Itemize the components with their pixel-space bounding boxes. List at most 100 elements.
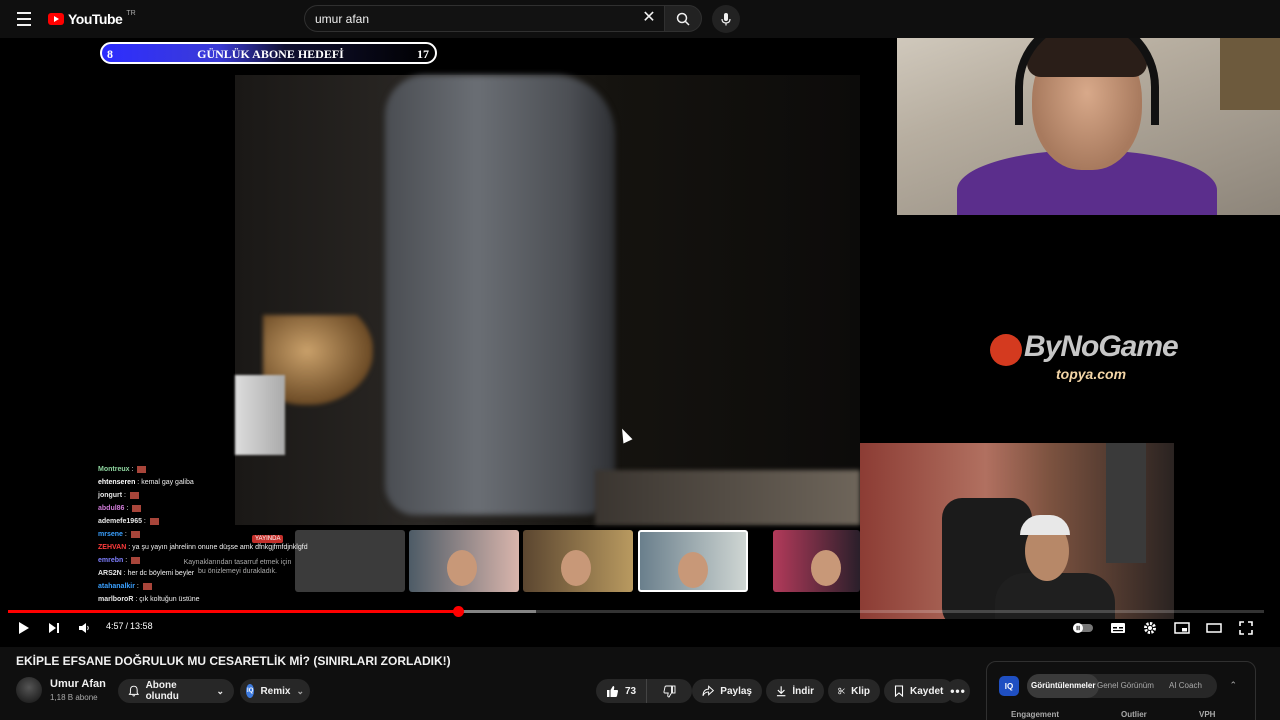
clear-search-icon[interactable]: ✕ <box>642 10 656 26</box>
play-icon <box>19 622 29 634</box>
search-button[interactable] <box>664 5 702 32</box>
save-button[interactable]: Kaydet <box>884 679 954 703</box>
settings-button[interactable] <box>1140 618 1160 638</box>
chat-message: atahanalkir : <box>98 580 358 593</box>
participant-thumbnail <box>409 530 519 592</box>
chat-message: abdul86 : <box>98 502 358 515</box>
channel-name[interactable]: Umur Afan <box>50 678 106 690</box>
progress-played <box>8 610 458 613</box>
emote-icon <box>130 530 140 538</box>
time-current: 4:57 <box>106 621 124 631</box>
search-input[interactable] <box>315 6 635 31</box>
chat-username: atahanalkir <box>98 583 135 590</box>
microphone-icon <box>721 13 731 26</box>
tab-overview[interactable]: Genel Görünüm <box>1097 674 1154 698</box>
theater-mode-button[interactable] <box>1204 618 1224 638</box>
thumbs-up-icon <box>607 685 619 697</box>
channel-action-row: Umur Afan 1,18 B abone Abone olundu ⌄ IQ… <box>16 676 976 706</box>
voice-search-button[interactable] <box>712 5 740 33</box>
chat-message: ARS2N : her dc böylemi beyler <box>98 570 195 577</box>
bell-icon <box>128 685 140 697</box>
youtube-play-icon <box>48 13 64 25</box>
participant-thumbnail <box>523 530 633 592</box>
clip-label: Klip <box>851 685 870 697</box>
subtitles-icon <box>1111 623 1125 633</box>
download-label: İndir <box>792 685 814 697</box>
subscribed-button[interactable]: Abone olundu ⌄ <box>118 679 234 703</box>
next-button[interactable] <box>44 618 64 638</box>
theater-icon <box>1206 623 1222 633</box>
clip-button[interactable]: Klip <box>828 679 880 703</box>
miniplayer-button[interactable] <box>1172 618 1192 638</box>
chat-username: ademefe1965 <box>98 518 142 525</box>
autoplay-toggle[interactable] <box>1072 618 1094 638</box>
autoplay-icon <box>1073 623 1093 633</box>
chat-message: mrsene : <box>98 528 358 541</box>
chat-username: ZEHVAN <box>98 544 127 551</box>
search-box: ✕ <box>304 5 664 32</box>
scissors-icon <box>838 687 845 695</box>
channel-avatar[interactable] <box>16 677 42 703</box>
menu-icon[interactable] <box>12 7 36 31</box>
chat-message: emrebn : <box>98 554 358 567</box>
guest-webcam-overlay <box>860 443 1174 619</box>
play-button[interactable] <box>13 618 33 638</box>
vidiq-logo: IQ <box>999 676 1019 696</box>
participant-thumbnail <box>638 530 748 592</box>
like-count: 73 <box>625 685 637 697</box>
sponsor-logo-overlay: ByNoGame topya.com <box>990 328 1230 388</box>
chat-text: her dc böylemi beyler <box>127 570 195 577</box>
dislike-button[interactable] <box>653 679 686 703</box>
emote-icon <box>137 465 147 473</box>
metric-engagement: Engagement <box>1011 710 1060 719</box>
chat-message: marlboroR : çık koltuğun üstüne <box>98 596 200 603</box>
progress-bar[interactable] <box>8 606 1264 617</box>
tab-views[interactable]: Görüntülenmeler <box>1027 674 1100 698</box>
like-button[interactable]: 73 <box>596 679 648 703</box>
watermark-site: topya.com <box>1056 366 1127 382</box>
headset-graphic <box>1015 38 1159 125</box>
youtube-watch-page: YouTube TR ✕ 8 GÜNLÜK ABONE HEDEFİ 17 <box>0 0 1280 720</box>
chat-message: Montreux : <box>98 463 358 476</box>
subtitles-button[interactable] <box>1108 618 1128 638</box>
download-icon <box>776 686 786 697</box>
remix-label: Remix <box>260 685 291 697</box>
time-display: 4:57/13:58 <box>106 621 153 631</box>
time-total: 13:58 <box>130 621 153 631</box>
chat-username: ehtenseren <box>98 479 136 486</box>
subscribed-label: Abone olundu <box>145 680 179 702</box>
masthead: YouTube TR ✕ <box>0 0 1280 38</box>
more-actions-button[interactable]: ••• <box>946 679 970 703</box>
subscriber-count: 1,18 B abone <box>50 693 98 702</box>
chevron-down-icon: ⌄ <box>296 685 304 696</box>
remix-button[interactable]: IQ Remix ⌄ <box>240 679 310 703</box>
chat-message: ZEHVAN : ya şu yayın jahrelinn onune düş… <box>98 544 308 551</box>
chat-username: ARS2N <box>98 570 122 577</box>
chat-message: ehtenseren : kemal gay galiba <box>98 479 194 486</box>
fullscreen-button[interactable] <box>1236 618 1256 638</box>
emote-icon <box>142 582 152 590</box>
goal-target: 17 <box>417 47 429 61</box>
chat-username: emrebn <box>98 557 124 564</box>
download-button[interactable]: İndir <box>766 679 824 703</box>
youtube-logo[interactable]: YouTube TR <box>48 10 136 28</box>
chat-text: çık koltuğun üstüne <box>139 596 200 603</box>
like-dislike-group: 73 <box>596 679 692 703</box>
chat-text: ya şu yayın jahrelinn onune düşse amk df… <box>132 544 308 551</box>
video-player[interactable]: 8 GÜNLÜK ABONE HEDEFİ 17 ByNoGame topya.… <box>0 38 1280 647</box>
country-code: TR <box>126 9 136 17</box>
player-controls: 4:57/13:58 <box>0 616 1280 640</box>
participant-thumbnail <box>773 530 860 592</box>
mute-button[interactable] <box>74 618 94 638</box>
participant-thumbnails <box>295 530 860 594</box>
bookmark-icon <box>894 685 904 697</box>
fullscreen-icon <box>1239 621 1253 635</box>
metric-outlier: Outlier <box>1121 710 1147 719</box>
share-button[interactable]: Paylaş <box>692 679 762 703</box>
tab-ai-coach[interactable]: AI Coach <box>1169 674 1202 698</box>
chat-username: mrsene <box>98 531 123 538</box>
emote-icon <box>149 517 159 525</box>
streamer-webcam-overlay <box>897 38 1280 215</box>
chat-username: jongurt <box>98 492 123 499</box>
collapse-chevron-icon[interactable]: ⌃ <box>1229 680 1237 691</box>
